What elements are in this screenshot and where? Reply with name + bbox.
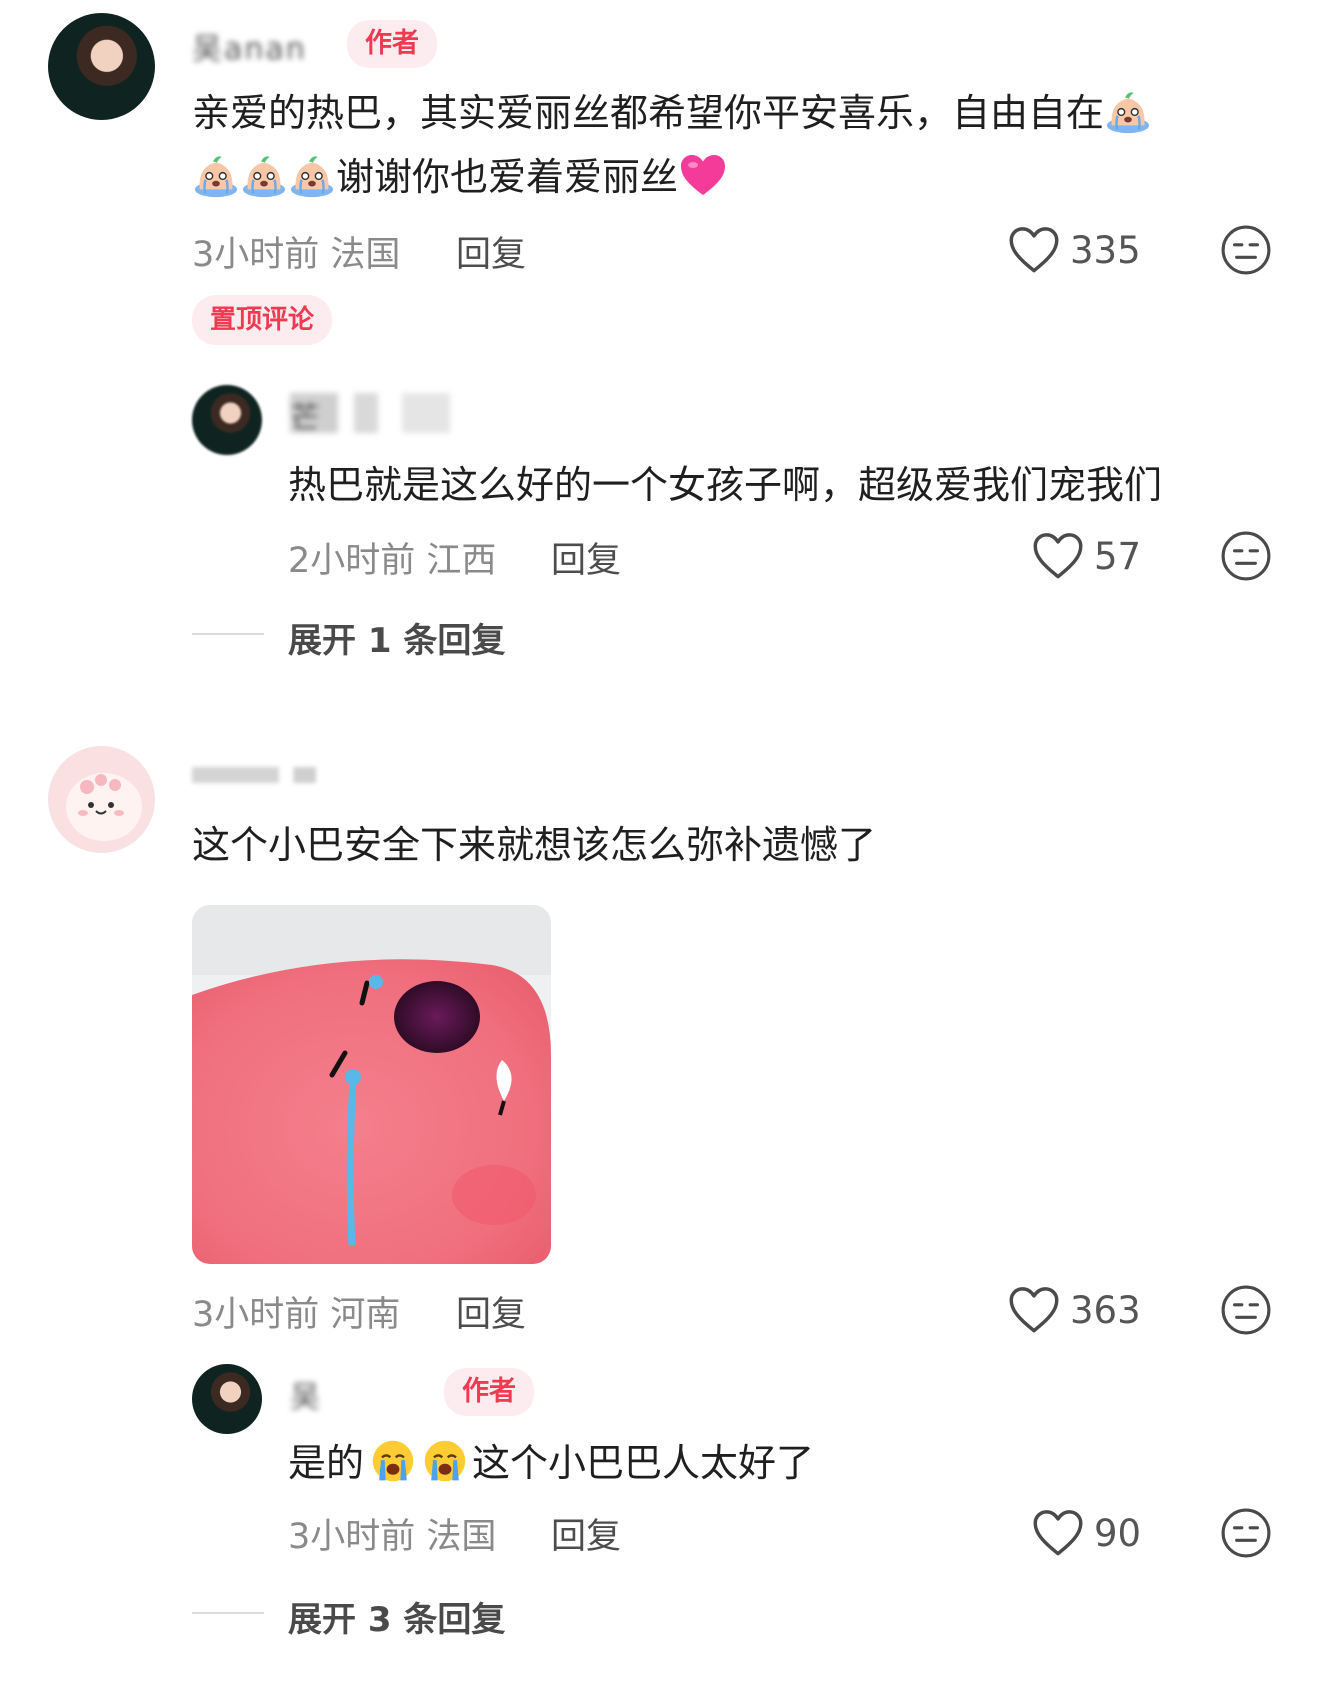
like-count: 335 bbox=[1070, 228, 1141, 272]
like-count: 363 bbox=[1070, 1288, 1141, 1332]
like-button[interactable]: 363 bbox=[1008, 1284, 1141, 1336]
reply-avatar[interactable] bbox=[192, 385, 262, 455]
reply-button[interactable]: 回复 bbox=[551, 1508, 621, 1559]
reply-username[interactable]: 吴 bbox=[290, 1372, 322, 1416]
pink-heart-emoji bbox=[678, 150, 728, 200]
neutral-face-icon[interactable] bbox=[1220, 1507, 1272, 1559]
comment-text-line1: 亲爱的热巴，其实爱丽丝都希望你平安喜乐，自由自在 bbox=[192, 91, 1105, 135]
comment-text: 这个小巴安全下来就想该怎么弥补遗憾了 bbox=[192, 823, 877, 867]
reply-meta: 3小时前 法国 bbox=[288, 1508, 496, 1559]
expand-replies-button[interactable]: 展开 1 条回复 bbox=[288, 613, 505, 662]
author-badge: 作者 bbox=[444, 1368, 534, 1416]
reply-meta: 2小时前 江西 bbox=[288, 532, 496, 583]
location: 河南 bbox=[330, 1295, 401, 1335]
timestamp: 3小时前 bbox=[288, 1517, 416, 1557]
like-button[interactable]: 57 bbox=[1032, 530, 1141, 582]
comment-image[interactable] bbox=[192, 905, 551, 1264]
loudly-crying-face-emoji bbox=[370, 1438, 416, 1484]
reply-text-start: 是的 bbox=[288, 1441, 365, 1485]
neutral-face-icon[interactable] bbox=[1220, 530, 1272, 582]
expand-divider bbox=[192, 1612, 264, 1614]
comment-text-line2: 谢谢你也爱着爱丽丝 bbox=[336, 155, 679, 199]
timestamp: 2小时前 bbox=[288, 541, 416, 581]
reply-text: 是的 这个小巴巴人太好了 bbox=[288, 1432, 814, 1494]
location: 江西 bbox=[426, 541, 497, 581]
crying-peach-emoji bbox=[240, 151, 288, 199]
heart-outline-icon bbox=[1032, 532, 1084, 580]
reply-username[interactable]: 芒 bbox=[290, 393, 450, 436]
like-button[interactable]: 335 bbox=[1008, 224, 1141, 276]
pinned-comment-badge: 置顶评论 bbox=[192, 295, 333, 345]
author-badge: 作者 bbox=[347, 20, 437, 68]
expand-divider bbox=[192, 633, 264, 635]
like-button[interactable]: 90 bbox=[1032, 1507, 1141, 1559]
like-count: 57 bbox=[1094, 534, 1142, 578]
timestamp: 3小时前 bbox=[192, 235, 320, 275]
comment-text-second-line: 谢谢你也爱着爱丽丝 bbox=[192, 146, 728, 208]
loudly-crying-face-emoji bbox=[422, 1438, 468, 1484]
reply-button[interactable]: 回复 bbox=[456, 226, 526, 277]
heart-outline-icon bbox=[1008, 1286, 1060, 1334]
expand-replies-button[interactable]: 展开 3 条回复 bbox=[288, 1592, 505, 1641]
username[interactable]: 吴anan bbox=[192, 24, 307, 68]
pink-mascot-icon bbox=[66, 773, 142, 841]
crying-peach-emoji bbox=[1104, 87, 1152, 135]
crying-peach-emoji bbox=[288, 151, 336, 199]
crying-peach-emoji bbox=[192, 151, 240, 199]
crying-pink-mascot-image bbox=[192, 905, 551, 1264]
reply-button[interactable]: 回复 bbox=[456, 1286, 526, 1337]
location: 法国 bbox=[426, 1517, 497, 1557]
neutral-face-icon[interactable] bbox=[1220, 224, 1272, 276]
heart-outline-icon bbox=[1032, 1509, 1084, 1557]
location: 法国 bbox=[330, 235, 401, 275]
reply-text: 热巴就是这么好的一个女孩子啊，超级爱我们宠我们 bbox=[288, 463, 1163, 507]
reply-text-end: 这个小巴巴人太好了 bbox=[472, 1441, 815, 1485]
comment-text: 亲爱的热巴，其实爱丽丝都希望你平安喜乐，自由自在 bbox=[192, 82, 1152, 144]
avatar[interactable] bbox=[48, 746, 155, 853]
like-count: 90 bbox=[1094, 1511, 1142, 1555]
reply-button[interactable]: 回复 bbox=[551, 532, 621, 583]
comment-meta: 3小时前 河南 bbox=[192, 1286, 400, 1337]
comment-meta: 3小时前 法国 bbox=[192, 226, 400, 277]
heart-outline-icon bbox=[1008, 226, 1060, 274]
timestamp: 3小时前 bbox=[192, 1295, 320, 1335]
username[interactable] bbox=[192, 767, 316, 783]
neutral-face-icon[interactable] bbox=[1220, 1284, 1272, 1336]
avatar[interactable] bbox=[48, 13, 155, 120]
reply-avatar[interactable] bbox=[192, 1364, 262, 1434]
